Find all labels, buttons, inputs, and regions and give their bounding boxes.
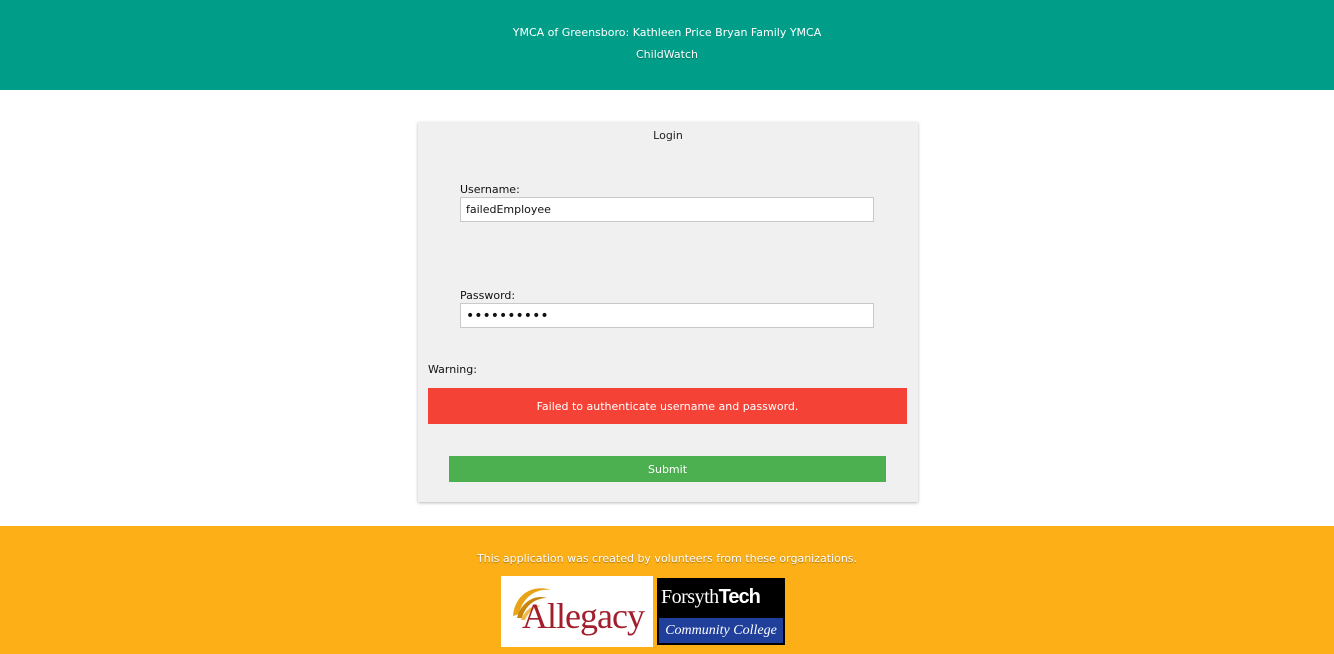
organization-name: YMCA of Greensboro: Kathleen Price Bryan… xyxy=(512,26,822,39)
password-input[interactable] xyxy=(460,303,874,328)
community-college-banner: Community College xyxy=(659,618,783,643)
allegacy-logo: Allegacy xyxy=(501,576,653,647)
username-input[interactable] xyxy=(460,197,874,222)
allegacy-logo-graphic: Allegacy xyxy=(513,588,646,636)
password-label: Password: xyxy=(460,289,516,302)
warning-message: Failed to authenticate username and pass… xyxy=(536,399,799,413)
submit-button[interactable]: Submit xyxy=(449,456,886,482)
forsyth-tech-wordmark: ForsythTech xyxy=(657,578,785,616)
username-label: Username: xyxy=(460,183,520,196)
header-bar: YMCA of Greensboro: Kathleen Price Bryan… xyxy=(0,0,1334,90)
forsyth-tech-logo: ForsythTech Community College xyxy=(657,578,785,645)
warning-banner: Failed to authenticate username and pass… xyxy=(428,388,907,424)
app-name: ChildWatch xyxy=(636,48,698,61)
warning-label: Warning: xyxy=(428,363,477,376)
footer: This application was created by voluntee… xyxy=(0,526,1334,654)
svg-text:Allegacy: Allegacy xyxy=(522,596,645,636)
footer-text: This application was created by voluntee… xyxy=(476,552,858,565)
login-card: Login Username: Password: Warning: Faile… xyxy=(418,122,918,502)
login-title: Login xyxy=(653,129,683,142)
